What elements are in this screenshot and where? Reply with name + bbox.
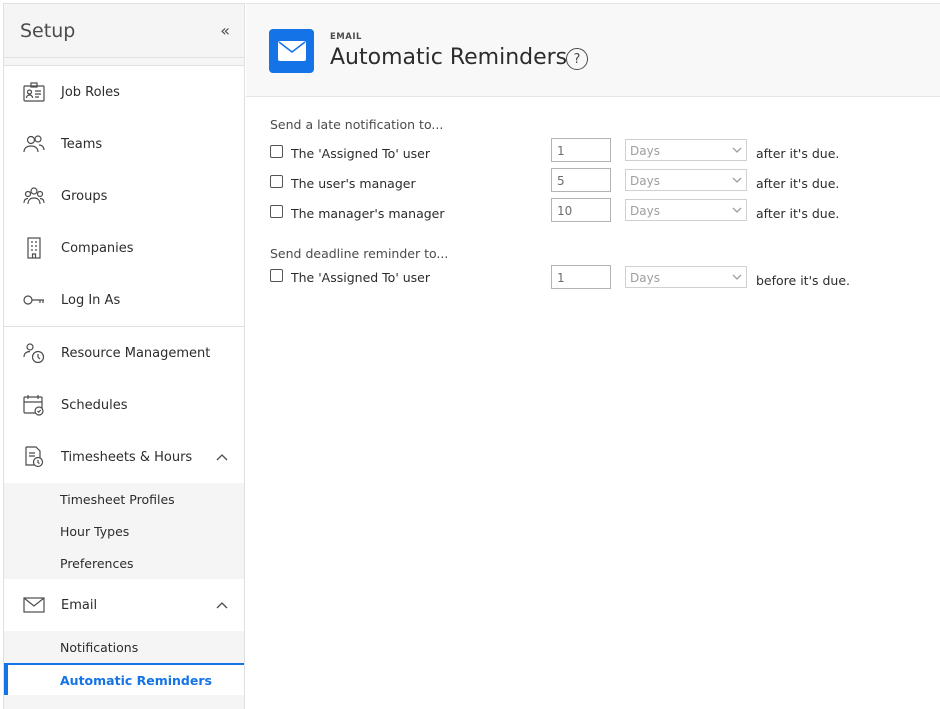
chevron-up-icon[interactable] bbox=[216, 598, 228, 613]
late-users-manager-amount-input[interactable]: 5 bbox=[551, 168, 611, 192]
late-row-managers-manager: The manager's manager 10 Days after it's… bbox=[270, 197, 940, 227]
page-eyebrow: EMAIL bbox=[330, 32, 362, 42]
sidebar-subitem-automatic-reminders[interactable]: Automatic Reminders bbox=[4, 663, 244, 695]
sidebar-item-schedules[interactable]: Schedules bbox=[4, 379, 244, 431]
sidebar-nav: Job Roles Teams Groups Companies Log In … bbox=[4, 66, 244, 695]
chevron-down-icon bbox=[732, 270, 742, 284]
page-header: EMAIL Automatic Reminders ? bbox=[246, 3, 940, 97]
companies-icon bbox=[22, 236, 46, 260]
page-title: Automatic Reminders bbox=[330, 45, 568, 70]
sidebar-subitem-preferences[interactable]: Preferences bbox=[4, 547, 244, 579]
late-row-users-manager: The user's manager 5 Days after it's due… bbox=[270, 167, 940, 197]
sidebar-spacer bbox=[4, 58, 244, 66]
sidebar-item-label: Email bbox=[61, 597, 98, 613]
row-label: The manager's manager bbox=[291, 206, 445, 221]
key-icon bbox=[22, 288, 46, 312]
sidebar-title: Setup bbox=[20, 19, 76, 42]
sidebar-item-label: Job Roles bbox=[61, 84, 120, 100]
sidebar-item-email[interactable]: Email bbox=[4, 579, 244, 631]
row-suffix: before it's due. bbox=[756, 273, 851, 288]
row-suffix: after it's due. bbox=[756, 146, 840, 161]
sidebar-item-label: Timesheets & Hours bbox=[61, 449, 193, 465]
resource-management-icon bbox=[22, 341, 46, 365]
sidebar-item-timesheets-hours[interactable]: Timesheets & Hours bbox=[4, 431, 244, 483]
late-notification-heading: Send a late notification to... bbox=[270, 117, 444, 132]
select-value: Days bbox=[630, 144, 660, 158]
select-value: Days bbox=[630, 271, 660, 285]
row-label: The user's manager bbox=[291, 176, 416, 191]
reminders-form: Send a late notification to... The 'Assi… bbox=[270, 97, 940, 291]
sidebar-item-label: Groups bbox=[61, 188, 108, 204]
envelope-icon bbox=[22, 593, 46, 617]
sidebar-item-teams[interactable]: Teams bbox=[4, 118, 244, 170]
chevron-down-icon bbox=[732, 173, 742, 187]
select-value: Days bbox=[630, 174, 660, 188]
row-label: The 'Assigned To' user bbox=[291, 270, 430, 285]
select-value: Days bbox=[630, 204, 660, 218]
chevron-down-icon bbox=[732, 143, 742, 157]
late-assigned-user-amount-input[interactable]: 1 bbox=[551, 138, 611, 162]
deadline-assigned-user-checkbox[interactable] bbox=[270, 269, 283, 282]
row-label: The 'Assigned To' user bbox=[291, 146, 430, 161]
deadline-assigned-user-unit-select[interactable]: Days bbox=[625, 266, 747, 288]
late-managers-manager-unit-select[interactable]: Days bbox=[625, 199, 747, 221]
email-tile-icon bbox=[269, 29, 314, 73]
sidebar-item-log-in-as[interactable]: Log In As bbox=[4, 274, 244, 326]
help-icon[interactable]: ? bbox=[566, 48, 588, 70]
timesheet-icon bbox=[22, 445, 46, 469]
deadline-row-assigned-user: The 'Assigned To' user 1 Days before it'… bbox=[270, 261, 940, 291]
sidebar-item-label: Schedules bbox=[61, 397, 128, 413]
sidebar-item-groups[interactable]: Groups bbox=[4, 170, 244, 222]
late-managers-manager-amount-input[interactable]: 10 bbox=[551, 198, 611, 222]
sidebar: Setup « Job Roles Teams Groups Companies… bbox=[3, 3, 245, 709]
sidebar-subitem-timesheet-profiles[interactable]: Timesheet Profiles bbox=[4, 483, 244, 515]
sidebar-subitem-hour-types[interactable]: Hour Types bbox=[4, 515, 244, 547]
deadline-assigned-user-amount-input[interactable]: 1 bbox=[551, 265, 611, 289]
chevron-down-icon bbox=[732, 203, 742, 217]
email-submenu: Notifications Automatic Reminders bbox=[4, 631, 244, 695]
late-assigned-user-checkbox[interactable] bbox=[270, 145, 283, 158]
late-row-assigned-user: The 'Assigned To' user 1 Days after it's… bbox=[270, 137, 940, 167]
sidebar-subitem-notifications[interactable]: Notifications bbox=[4, 631, 244, 663]
job-roles-icon bbox=[22, 80, 46, 104]
timesheets-submenu: Timesheet Profiles Hour Types Preference… bbox=[4, 483, 244, 579]
groups-icon bbox=[22, 184, 46, 208]
sidebar-item-resource-management[interactable]: Resource Management bbox=[4, 327, 244, 379]
row-suffix: after it's due. bbox=[756, 176, 840, 191]
sidebar-item-companies[interactable]: Companies bbox=[4, 222, 244, 274]
late-users-manager-checkbox[interactable] bbox=[270, 175, 283, 188]
teams-icon bbox=[22, 132, 46, 156]
sidebar-header: Setup « bbox=[4, 4, 244, 58]
late-assigned-user-unit-select[interactable]: Days bbox=[625, 139, 747, 161]
sidebar-item-label: Teams bbox=[61, 136, 103, 152]
row-suffix: after it's due. bbox=[756, 206, 840, 221]
sidebar-item-job-roles[interactable]: Job Roles bbox=[4, 66, 244, 118]
chevron-up-icon[interactable] bbox=[216, 450, 228, 465]
sidebar-item-label: Resource Management bbox=[61, 345, 211, 361]
collapse-sidebar-button[interactable]: « bbox=[220, 21, 230, 40]
late-managers-manager-checkbox[interactable] bbox=[270, 205, 283, 218]
sidebar-item-label: Companies bbox=[61, 240, 134, 256]
sidebar-item-label: Log In As bbox=[61, 292, 121, 308]
late-users-manager-unit-select[interactable]: Days bbox=[625, 169, 747, 191]
calendar-icon bbox=[22, 393, 46, 417]
